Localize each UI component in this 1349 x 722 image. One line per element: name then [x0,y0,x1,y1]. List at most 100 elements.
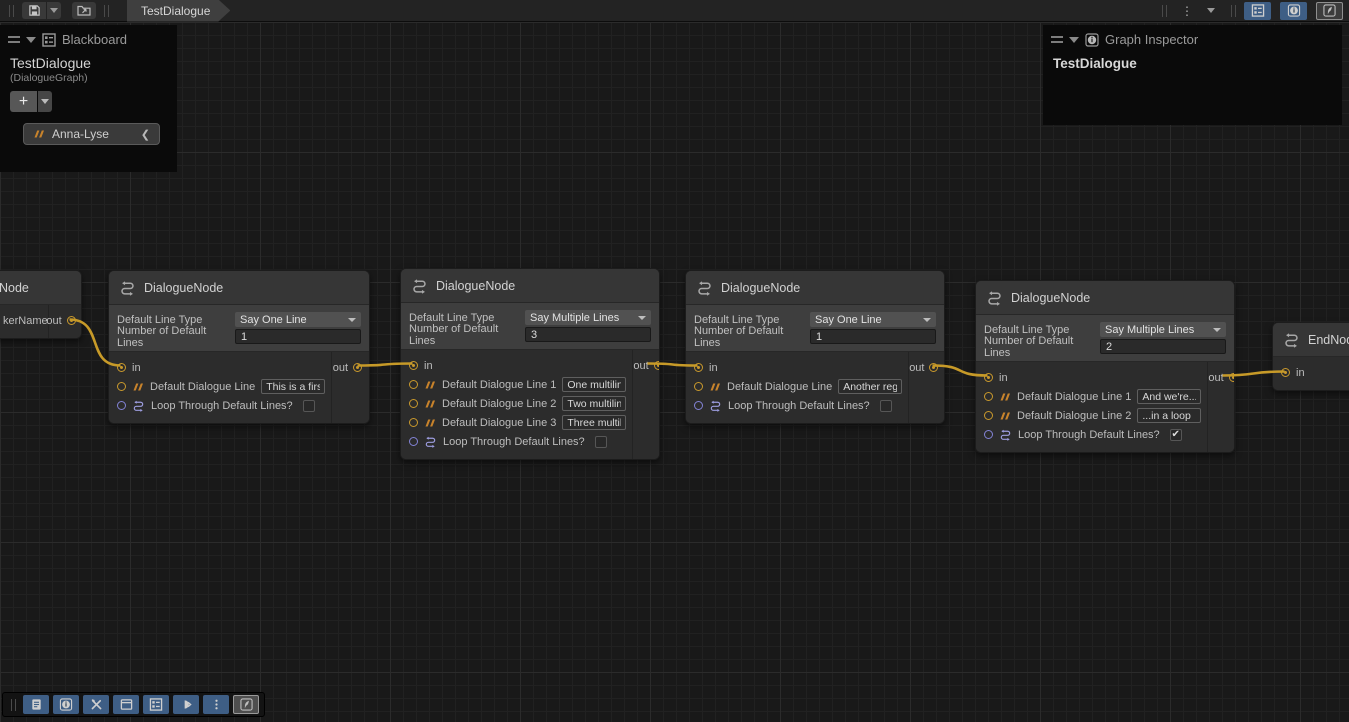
kebab-menu-button[interactable] [203,695,229,714]
port-label: Default Dialogue Line [727,381,832,393]
node-ports: inDefault Dialogue Line 1Default Dialogu… [401,350,659,459]
node-title-label: Node [0,281,29,295]
input-port[interactable] [409,418,418,427]
speech-quote-icon [999,410,1011,422]
input-port[interactable] [1281,368,1290,377]
info-icon [1085,33,1099,47]
input-ports: inDefault Dialogue Line 1Default Dialogu… [401,350,632,459]
port-label: in [999,372,1008,384]
window-button[interactable] [113,695,139,714]
node-speaker[interactable]: NodekerNameout [0,270,82,339]
node-dialogue-4[interactable]: DialogueNodeDefault Line TypeSay Multipl… [975,280,1235,453]
input-port[interactable] [984,430,993,439]
tools-button[interactable] [83,695,109,714]
kebab-menu-icon [210,698,223,711]
toolbar-drag-handle[interactable] [1231,5,1236,17]
port-label: Default Dialogue Line 2 [1017,410,1131,422]
port-label: in [1296,367,1305,379]
blackboard-graph-name: TestDialogue [0,51,177,71]
input-port[interactable] [409,437,418,446]
minimap-button[interactable] [173,695,199,714]
panel-menu-icon[interactable] [1051,36,1063,43]
input-port[interactable] [117,363,126,372]
inspector-header-label: Graph Inspector [1105,32,1198,47]
output-ports: out [1207,362,1235,452]
blackboard-toggle-button[interactable] [1244,2,1271,20]
dialogue-3-line-count-field[interactable] [810,329,936,344]
input-port[interactable] [694,401,703,410]
input-port[interactable] [117,401,126,410]
input-port[interactable] [984,411,993,420]
input-port[interactable] [409,361,418,370]
output-port[interactable] [1229,373,1235,382]
preview-toggle-button[interactable] [1316,2,1343,20]
panel-menu-icon[interactable] [8,36,20,43]
collapse-triangle-icon[interactable] [26,37,36,43]
dialogue-node-icon [986,289,1003,306]
info-button[interactable] [53,695,79,714]
input-port[interactable] [694,363,703,372]
input-port[interactable] [409,380,418,389]
dialogue-4-line-count-field[interactable] [1100,339,1226,354]
output-port[interactable] [353,363,362,372]
dialogue-line-field[interactable] [1137,408,1201,423]
dialogue-line-field[interactable] [562,396,626,411]
port-label: Loop Through Default Lines? [443,436,585,448]
loop-checkbox[interactable] [303,400,315,412]
node-end[interactable]: EndNodein [1272,322,1349,391]
blackboard-field-anna-lyse[interactable]: Anna-Lyse ❮ [23,123,160,145]
dialogue-1-line-type-dropdown[interactable]: Say One Line [235,312,361,327]
dialogue-line-field[interactable] [562,415,626,430]
save-icon [28,4,41,17]
toolbar-drag-handle[interactable] [11,699,16,711]
loop-checkbox[interactable] [880,400,892,412]
output-port[interactable] [929,363,938,372]
dialogue-line-field[interactable] [261,379,325,394]
toolbar-drag-handle[interactable] [1162,5,1167,17]
node-dialogue-3[interactable]: DialogueNodeDefault Line TypeSay One Lin… [685,270,945,424]
input-port[interactable] [117,382,126,391]
dialogue-2-line-type-dropdown[interactable]: Say Multiple Lines [525,310,651,325]
dialogue-line-field[interactable] [838,379,902,394]
dialogue-1-line-count-field[interactable] [235,329,361,344]
add-variable-dropdown[interactable] [38,91,52,112]
node-dialogue-2[interactable]: DialogueNodeDefault Line TypeSay Multipl… [400,268,660,460]
blackboard-button[interactable] [143,695,169,714]
node-dialogue-1[interactable]: DialogueNodeDefault Line TypeSay One Lin… [108,270,370,424]
dialogue-3-line-type-dropdown[interactable]: Say One Line [810,312,936,327]
dialogue-2-line-count-field[interactable] [525,327,651,342]
graph-inspector-toggle-button[interactable] [1280,2,1307,20]
toolbar-drag-handle[interactable] [9,5,14,17]
input-port[interactable] [409,399,418,408]
collapse-triangle-icon[interactable] [1069,37,1079,43]
quill-button[interactable] [233,695,259,714]
dropdown-caret-icon [1207,8,1215,13]
file-text-button[interactable] [23,695,49,714]
port-row: kerName [0,311,48,330]
graph-tab[interactable]: TestDialogue [127,0,230,22]
port-row: in [401,356,632,375]
add-variable-button[interactable]: + [10,91,37,112]
input-port[interactable] [984,392,993,401]
output-port[interactable] [654,361,660,370]
dialogue-line-field[interactable] [562,377,626,392]
port-label: out [633,360,648,372]
save-dropdown-button[interactable] [47,2,61,19]
field-name-label: Anna-Lyse [52,127,109,141]
output-port[interactable] [67,316,76,325]
more-options-button[interactable]: ⋮ [1175,2,1199,19]
field-collapse-chevron[interactable]: ❮ [141,128,150,141]
dropdown-value: Say Multiple Lines [530,312,619,324]
dialogue-4-line-type-dropdown[interactable]: Say Multiple Lines [1100,322,1226,337]
open-asset-button[interactable] [72,2,96,19]
loop-icon [709,399,722,412]
save-button[interactable] [22,2,46,19]
more-options-dropdown[interactable] [1199,2,1223,19]
loop-checkbox[interactable] [595,436,607,448]
input-port[interactable] [984,373,993,382]
toolbar-drag-handle[interactable] [104,5,109,17]
speech-quote-icon [424,379,436,391]
loop-checkbox[interactable]: ✔ [1170,429,1182,441]
dialogue-line-field[interactable] [1137,389,1201,404]
input-port[interactable] [694,382,703,391]
